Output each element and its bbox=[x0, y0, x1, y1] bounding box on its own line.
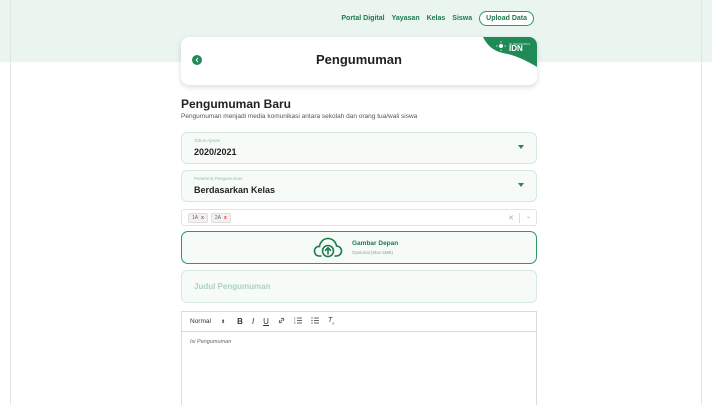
font-size-select[interactable]: Normal ⬍ bbox=[190, 318, 225, 325]
font-size-value: Normal bbox=[190, 318, 211, 325]
page-title: Pengumuman Baru bbox=[181, 97, 292, 111]
tahun-ajaran-select[interactable]: Tahun Ajaran 2020/2021 bbox=[181, 132, 537, 164]
underline-button[interactable]: U bbox=[263, 317, 269, 326]
svg-text:3: 3 bbox=[294, 322, 296, 324]
rich-text-editor: Normal ⬍ B I U 123 Tx Isi Pengumuman bbox=[181, 311, 537, 405]
remove-tag-icon[interactable]: x bbox=[201, 215, 204, 221]
editor-placeholder: Isi Pengumuman bbox=[190, 339, 232, 345]
kelas-tag: 1A x bbox=[188, 212, 208, 223]
clear-icon[interactable]: ✕ bbox=[508, 214, 514, 222]
page-subtitle: Pengumuman menjadi media komunikasi anta… bbox=[181, 113, 418, 120]
link-icon bbox=[278, 317, 285, 324]
editor-toolbar: Normal ⬍ B I U 123 Tx bbox=[182, 312, 536, 332]
nav-link-portal-digital[interactable]: Portal Digital bbox=[341, 15, 384, 22]
bullet-list-button[interactable] bbox=[311, 317, 319, 326]
remove-tag-icon[interactable]: x bbox=[224, 215, 227, 221]
bold-button[interactable]: B bbox=[237, 317, 243, 326]
top-nav: Portal Digital Yayasan Kelas Siswa Uploa… bbox=[341, 11, 534, 26]
penerima-select[interactable]: Penerima Pengumuman Berdasarkan Kelas bbox=[181, 170, 537, 202]
kelas-tag-label: 1A bbox=[192, 214, 199, 221]
separator bbox=[519, 213, 520, 223]
penerima-label: Penerima Pengumuman bbox=[194, 176, 243, 181]
nav-link-kelas[interactable]: Kelas bbox=[427, 15, 446, 22]
nav-link-yayasan[interactable]: Yayasan bbox=[392, 15, 420, 22]
idn-badge-text: IDN bbox=[509, 44, 523, 53]
upload-image-box[interactable]: Gambar Depan Opsional (Max 5MB) bbox=[181, 231, 537, 264]
ordered-list-icon: 123 bbox=[294, 317, 302, 325]
upload-title: Gambar Depan bbox=[352, 240, 399, 247]
penerima-value: Berdasarkan Kelas bbox=[194, 185, 276, 195]
judul-pengumuman-input[interactable] bbox=[181, 270, 537, 303]
italic-button[interactable]: I bbox=[252, 317, 254, 326]
tahun-ajaran-label: Tahun Ajaran bbox=[194, 138, 221, 143]
cloud-upload-icon bbox=[313, 237, 343, 258]
kelas-tag-label: 2A bbox=[214, 214, 222, 221]
nav-link-siswa[interactable]: Siswa bbox=[452, 15, 472, 22]
idn-logo: ID NETWORKS IDN bbox=[483, 37, 537, 67]
caret-down-icon bbox=[518, 183, 524, 187]
upload-subtitle: Opsional (Max 5MB) bbox=[352, 250, 394, 255]
ordered-list-button[interactable]: 123 bbox=[294, 317, 302, 326]
chevron-down-icon[interactable]: ⌄ bbox=[526, 213, 531, 220]
clear-format-button[interactable]: Tx bbox=[328, 317, 334, 325]
kelas-multiselect[interactable]: 1A x 2A x ✕ ⌄ bbox=[181, 209, 537, 226]
bullet-list-icon bbox=[311, 317, 319, 324]
header-card: Pengumuman ID NETWORKS IDN bbox=[181, 37, 537, 85]
tahun-ajaran-value: 2020/2021 bbox=[194, 147, 237, 157]
editor-body[interactable]: Isi Pengumuman bbox=[182, 332, 536, 352]
link-button[interactable] bbox=[278, 317, 285, 326]
upload-data-button[interactable]: Upload Data bbox=[479, 11, 534, 26]
caret-down-icon bbox=[518, 145, 524, 149]
kelas-tag: 2A x bbox=[210, 212, 231, 223]
